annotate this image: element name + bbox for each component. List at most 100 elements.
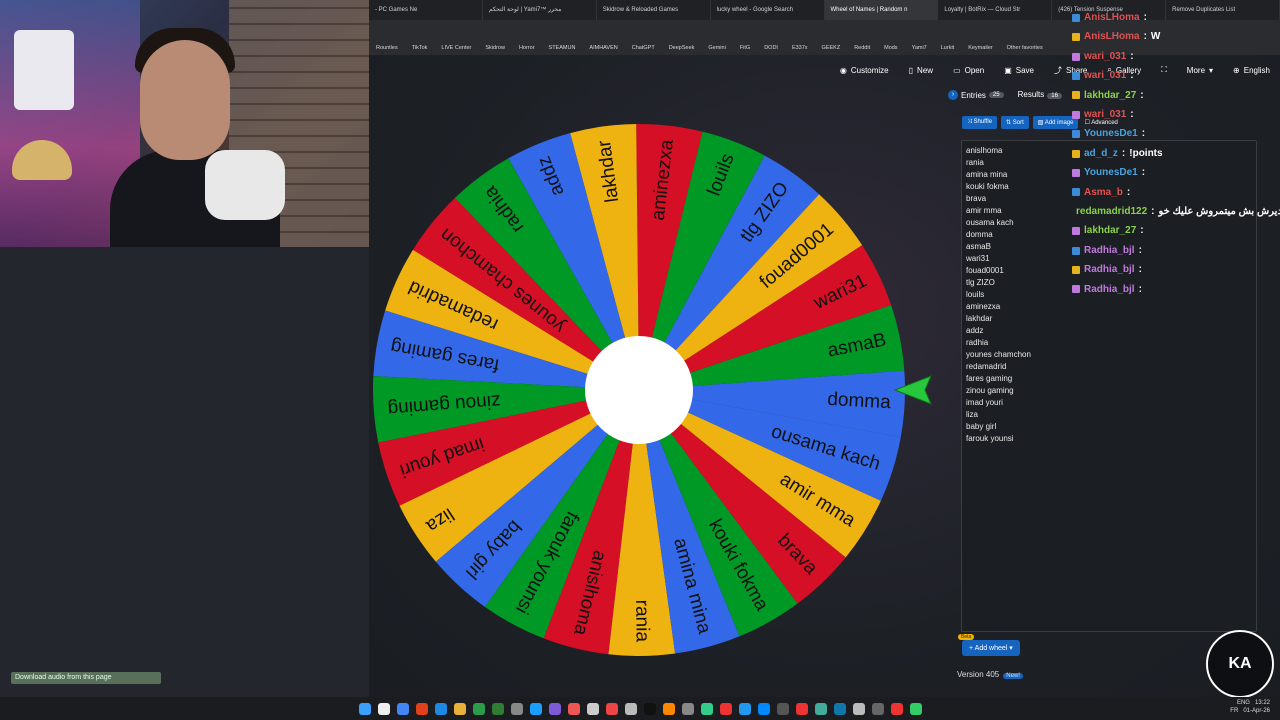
entry-line: wari31	[966, 254, 990, 263]
entry-line: fares gaming	[966, 374, 1013, 383]
add-wheel-button[interactable]: + Add wheel ▾	[962, 640, 1020, 656]
taskbar-app-icon[interactable]	[757, 702, 770, 715]
browser-tab[interactable]: lucky wheel - Google Search	[711, 0, 825, 20]
bookmark-item[interactable]: Reddit	[847, 45, 877, 51]
taskbar-app-icon[interactable]	[567, 702, 580, 715]
bookmark-item[interactable]: TikTok	[405, 45, 435, 51]
taskbar-app-icon[interactable]	[909, 702, 922, 715]
taskbar-app-icon[interactable]	[472, 702, 485, 715]
taskbar-app-icon[interactable]	[396, 702, 409, 715]
taskbar-app-icon[interactable]	[776, 702, 789, 715]
save-button[interactable]: ▣ Save	[994, 66, 1044, 75]
taskbar-app-icon[interactable]	[814, 702, 827, 715]
shuffle-button[interactable]: ⤨ Shuffle	[962, 116, 998, 129]
taskbar-app-icon[interactable]	[719, 702, 732, 715]
chat-message: Radhia_bjl:	[1072, 280, 1280, 299]
tab-entries[interactable]: › Entries 25	[948, 90, 1004, 100]
bookmark-item[interactable]: Rountles	[369, 45, 405, 51]
entry-line: baby girl	[966, 422, 997, 431]
bookmark-item[interactable]: Lurkit	[934, 45, 961, 51]
chat-username: wari_031	[1084, 50, 1127, 62]
bookmark-item[interactable]: Other favorites	[1000, 45, 1050, 51]
bookmark-item[interactable]: Horror	[512, 45, 542, 51]
wheel-pointer-icon	[893, 375, 932, 405]
sort-button[interactable]: ⇅ Sort	[1001, 116, 1029, 129]
stream-background	[0, 247, 369, 697]
entries-count-badge: 25	[988, 92, 1004, 98]
taskbar-app-icon[interactable]	[700, 702, 713, 715]
chat-message: lakhdar_27:	[1072, 221, 1280, 240]
chat-username: wari_031	[1084, 70, 1127, 82]
browser-tab[interactable]: Wheel of Names | Random n	[824, 0, 939, 20]
bookmark-item[interactable]: LIVE Center	[434, 45, 478, 51]
taskbar-app-icon[interactable]	[548, 702, 561, 715]
entry-line: louils	[966, 290, 985, 299]
bookmark-item[interactable]: STEAMUN	[542, 45, 583, 51]
taskbar-app-icon[interactable]	[434, 702, 447, 715]
new-button[interactable]: ▯ New	[899, 66, 943, 75]
taskbar-app-icon[interactable]	[510, 702, 523, 715]
bookmark-item[interactable]: Yami7	[905, 45, 934, 51]
taskbar-app-icon[interactable]	[871, 702, 884, 715]
tab-results[interactable]: Results 16	[1018, 90, 1062, 100]
taskbar-app-icon[interactable]	[415, 702, 428, 715]
chat-message: redamadrid122: مديرش بش ميتمروش عليك خو	[1072, 202, 1280, 221]
bookmark-item[interactable]: Gemini	[701, 45, 732, 51]
browser-tab[interactable]: لوحة التحكم | Yami7™ محرر	[483, 0, 597, 20]
taskbar-app-icon[interactable]	[662, 702, 675, 715]
wheel-center[interactable]	[585, 336, 693, 444]
taskbar-app-icon[interactable]	[529, 702, 542, 715]
badge-icon	[1072, 71, 1080, 80]
taskbar-app-icon[interactable]	[586, 702, 599, 715]
taskbar-app-icon[interactable]	[795, 702, 808, 715]
taskbar-app-icon[interactable]	[377, 702, 390, 715]
bookmark-item[interactable]: GEEKZ	[815, 45, 848, 51]
download-audio-bar[interactable]: Download audio from this page	[11, 672, 161, 684]
bookmark-item[interactable]: FitG	[733, 45, 757, 51]
taskbar-app-icon[interactable]	[643, 702, 656, 715]
taskbar-app-icon[interactable]	[491, 702, 504, 715]
palette-icon: ◉	[839, 65, 847, 75]
browser-tab[interactable]: Loyalty | BotRix — Cloud Str	[938, 0, 1053, 20]
browser-tab[interactable]: Skidrow & Reloaded Games	[597, 0, 711, 20]
taskbar-app-icon[interactable]	[681, 702, 694, 715]
entry-line: addz	[966, 326, 984, 335]
entry-line: kouki fokma	[966, 182, 1009, 191]
bookmark-item[interactable]: AIMHAVEN	[582, 45, 624, 51]
microphone	[205, 150, 285, 220]
panel-tabs: › Entries 25 Results 16	[948, 90, 1062, 100]
open-button[interactable]: ▭ Open	[943, 66, 994, 75]
chat-username: lakhdar_27	[1084, 225, 1137, 237]
browser-tab[interactable]: - PC Games Ne	[369, 0, 483, 20]
spinning-wheel[interactable]: dommaasmaBwari31fouad0001tlg ZIZOlouilsa…	[370, 121, 908, 659]
bookmark-item[interactable]: Skidrow	[478, 45, 512, 51]
bookmark-item[interactable]: Mods	[877, 45, 904, 51]
bookmark-item[interactable]: E337x	[785, 45, 815, 51]
taskbar-app-icon[interactable]	[890, 702, 903, 715]
badge-icon	[1072, 149, 1080, 158]
bookmark-item[interactable]: DeepSeek	[662, 45, 702, 51]
taskbar-app-icon[interactable]	[358, 702, 371, 715]
taskbar-app-icon[interactable]	[833, 702, 846, 715]
bookmark-item[interactable]: Keymailer	[961, 45, 999, 51]
taskbar-app-icon[interactable]	[453, 702, 466, 715]
taskbar-app-icon[interactable]	[738, 702, 751, 715]
taskbar-app-icon[interactable]	[624, 702, 637, 715]
chat-separator: :	[1138, 244, 1142, 256]
taskbar-app-icon[interactable]	[852, 702, 865, 715]
taskbar-app-icon[interactable]	[605, 702, 618, 715]
new-badge[interactable]: New!	[1003, 673, 1023, 679]
chat-message: AnisLHoma: W	[1072, 27, 1280, 46]
customize-button[interactable]: ◉ Customize	[830, 66, 899, 75]
chat-message: AnisLHoma:	[1072, 8, 1280, 27]
chat-message: YounesDe1:	[1072, 163, 1280, 182]
save-icon: ▣	[1004, 65, 1012, 75]
chat-text: !points	[1129, 147, 1163, 159]
chat-separator: :	[1141, 128, 1146, 140]
bookmark-item[interactable]: ChatGPT	[625, 45, 662, 51]
bookmark-item[interactable]: DODI	[757, 45, 785, 51]
entry-line: redamadrid	[966, 362, 1007, 371]
file-icon: ▯	[908, 65, 914, 75]
chat-message: wari_031:	[1072, 47, 1280, 66]
badge-icon	[1072, 246, 1080, 255]
